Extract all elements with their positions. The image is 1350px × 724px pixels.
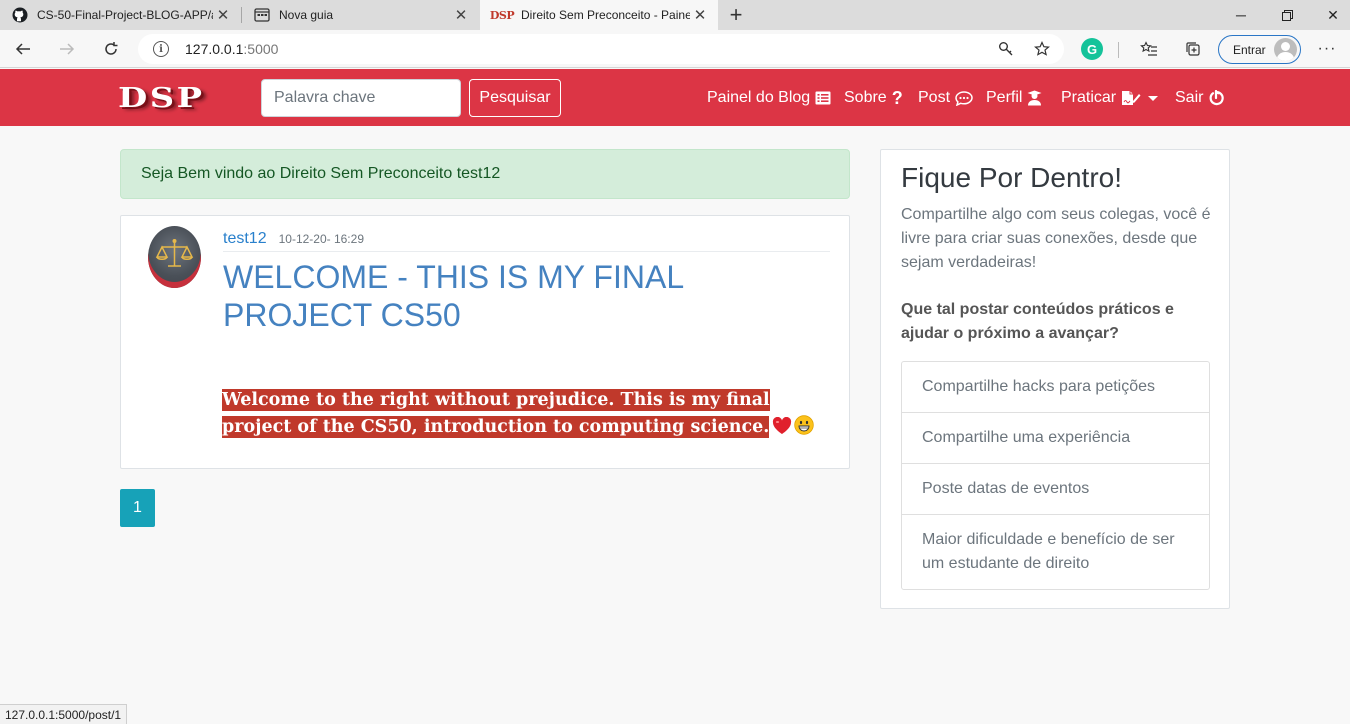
nav-label: Perfil: [986, 89, 1023, 106]
browser-tab-bar: CS-50-Final-Project-BLOG-APP/a ✕ Nova gu…: [0, 0, 1350, 30]
arrow-right-icon: [60, 43, 75, 55]
new-tab-page-icon: [254, 7, 270, 23]
search-input[interactable]: [261, 79, 461, 117]
brand-logo[interactable]: DSP: [118, 83, 205, 114]
collections-button[interactable]: [1178, 34, 1208, 64]
scales-of-justice-icon: [155, 239, 194, 267]
question-icon: ?: [891, 87, 903, 108]
nav-label: Post: [918, 89, 951, 106]
sidebar-title: Fique Por Dentro!: [901, 162, 1122, 193]
site-navbar: DSP Pesquisar Painel do Blog Sobre ? Pos…: [0, 69, 1350, 126]
tab-label: Direito Sem Preconceito - Painel: [521, 8, 690, 22]
author-avatar[interactable]: [148, 226, 201, 288]
nav-post[interactable]: Post: [918, 88, 973, 108]
url-port: :5000: [243, 41, 279, 57]
reload-icon: [105, 42, 118, 55]
search-button[interactable]: Pesquisar: [469, 79, 561, 117]
address-bar[interactable]: i 127.0.0.1:5000: [138, 34, 1064, 64]
site-info-icon[interactable]: i: [153, 41, 169, 57]
browser-tab-dsp[interactable]: DSP Direito Sem Preconceito - Painel ✕: [480, 0, 718, 30]
new-tab-button[interactable]: +: [724, 2, 748, 28]
sidebar-question: Que tal postar conteúdos práticos e ajud…: [901, 301, 1174, 342]
window-close-button[interactable]: ✕: [1310, 0, 1350, 30]
minimize-button[interactable]: ─: [1218, 0, 1264, 30]
list-item: Compartilhe uma experiência: [902, 413, 1209, 464]
arrow-left-icon: [15, 43, 30, 55]
favorites-icon: [1140, 41, 1157, 56]
file-signature-icon: [1121, 90, 1141, 106]
signin-button[interactable]: Entrar: [1218, 35, 1301, 64]
chevron-down-icon: [1148, 95, 1159, 101]
collections-icon: [1186, 42, 1200, 56]
tab-label: Nova guia: [279, 8, 334, 22]
nav-label: Sobre: [844, 89, 887, 106]
tab-label: CS-50-Final-Project-BLOG-APP/a: [37, 8, 213, 22]
close-icon[interactable]: ✕: [213, 6, 233, 24]
close-icon[interactable]: ✕: [451, 6, 471, 24]
grammarly-extension-icon[interactable]: G: [1081, 38, 1103, 60]
url-host: 127.0.0.1: [185, 41, 244, 57]
nav-perfil[interactable]: Perfil: [986, 88, 1042, 108]
url-text: 127.0.0.1:5000: [185, 41, 278, 57]
link-status-bar: 127.0.0.1:5000/post/1: [0, 704, 128, 724]
nav-sair[interactable]: Sair: [1175, 88, 1225, 108]
ellipsis-icon: ···: [1317, 40, 1337, 57]
key-icon[interactable]: [996, 39, 1016, 59]
nav-label: Praticar: [1061, 89, 1117, 106]
post-card: test12 10-12-20- 16:29 WELCOME - THIS IS…: [120, 215, 850, 469]
welcome-alert: Seja Bem vindo ao Direito Sem Preconceit…: [120, 149, 850, 199]
browser-tab-nova-guia[interactable]: Nova guia ✕: [242, 0, 479, 30]
nav-label: Painel do Blog: [707, 89, 811, 106]
pagination-page-button[interactable]: 1: [120, 489, 155, 527]
dsp-favicon: DSP: [489, 7, 515, 23]
forward-button[interactable]: [52, 34, 82, 64]
nav-label: Sair: [1175, 89, 1204, 106]
toolbar-separator: [1118, 42, 1119, 58]
dsp-favicon-text: DSP: [489, 8, 515, 22]
back-button[interactable]: [8, 34, 38, 64]
profile-avatar-icon: [1274, 38, 1297, 61]
heart-emoji-icon: [772, 416, 792, 444]
nav-praticar-dropdown[interactable]: Praticar: [1061, 88, 1159, 108]
restore-icon: [1281, 9, 1293, 21]
post-author-link[interactable]: test12: [223, 230, 267, 248]
close-icon[interactable]: ✕: [690, 6, 710, 24]
list-item: Poste datas de eventos: [902, 464, 1209, 515]
post-body: Welcome to the right without prejudice. …: [222, 387, 842, 444]
post-body-text: Welcome to the right without prejudice. …: [222, 389, 770, 438]
user-graduate-icon: [1027, 90, 1042, 106]
reload-button[interactable]: [96, 34, 126, 64]
sidebar-card: Fique Por Dentro! Compartilhe algo com s…: [880, 149, 1230, 609]
comment-dots-icon: [955, 90, 973, 106]
more-menu-button[interactable]: ···: [1312, 34, 1342, 64]
restore-button[interactable]: [1264, 0, 1310, 30]
nav-painel-do-blog[interactable]: Painel do Blog: [707, 88, 831, 108]
nav-sobre[interactable]: Sobre ?: [844, 88, 903, 108]
list-alt-icon: [815, 91, 831, 105]
power-off-icon: [1208, 90, 1225, 106]
grinning-emoji-icon: [794, 415, 815, 444]
post-date: 10-12-20- 16:29: [278, 232, 364, 246]
list-item: Maior dificuldade e benefício de ser um …: [922, 531, 1175, 572]
sidebar-list: Compartilhe hacks para petições Comparti…: [901, 361, 1210, 590]
browser-tab-github[interactable]: CS-50-Final-Project-BLOG-APP/a ✕: [0, 0, 241, 30]
favorites-button[interactable]: [1134, 34, 1164, 64]
signin-label: Entrar: [1233, 42, 1266, 57]
post-title-link[interactable]: WELCOME - THIS IS MY FINAL PROJECT CS50: [223, 258, 830, 334]
sidebar-text: Compartilhe algo com seus colegas, você …: [901, 206, 1211, 271]
star-icon[interactable]: [1032, 39, 1052, 59]
list-item: Compartilhe hacks para petições: [902, 362, 1209, 413]
browser-toolbar: i 127.0.0.1:5000 G Entrar ···: [0, 30, 1350, 68]
github-icon: [12, 7, 28, 23]
post-meta: test12 10-12-20- 16:29: [223, 230, 830, 252]
